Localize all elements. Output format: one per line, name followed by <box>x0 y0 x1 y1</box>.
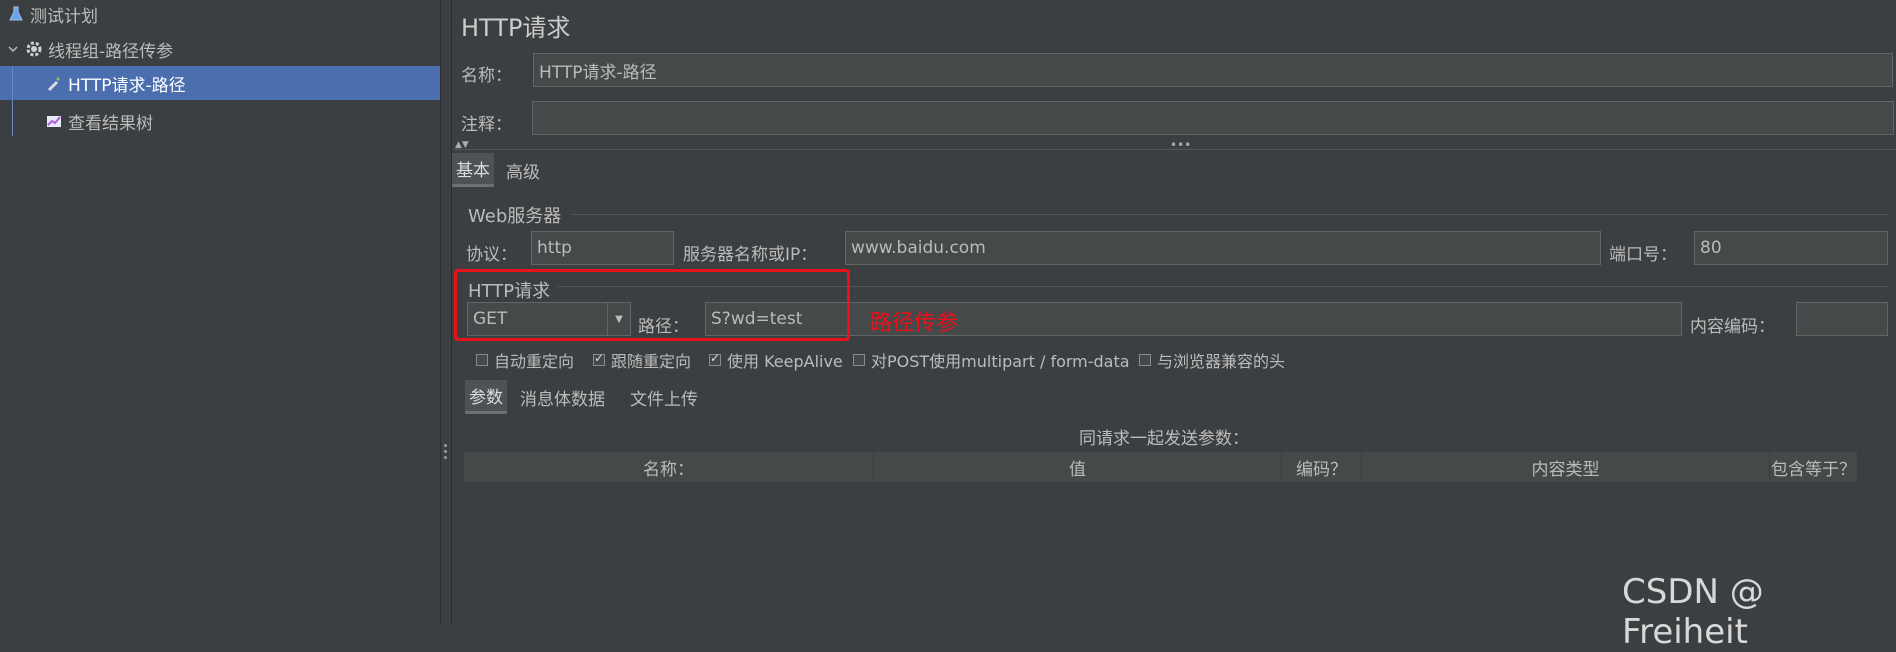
tree-item-thread-group[interactable]: 线程组-路径传参 <box>6 32 173 66</box>
grip-dot <box>444 456 447 459</box>
comment-field[interactable] <box>532 101 1894 135</box>
encoding-field[interactable] <box>1796 302 1888 336</box>
column-header-value[interactable]: 值 <box>874 452 1282 482</box>
comment-label: 注释： <box>461 115 512 135</box>
checkbox-box[interactable] <box>593 351 605 366</box>
checkbox-label: 自动重定向 <box>494 352 575 371</box>
checkbox-box[interactable] <box>853 354 865 366</box>
tree-item-label: 查看结果树 <box>68 113 153 134</box>
tree-item-http-request[interactable]: HTTP请求-路径 <box>0 66 440 100</box>
server-label: 服务器名称或IP： <box>683 245 818 265</box>
multipart-checkbox[interactable]: 对POST使用multipart / form-data <box>853 348 1130 372</box>
tree-item-label: 测试计划 <box>30 6 98 27</box>
checkbox-box[interactable] <box>1139 354 1151 366</box>
port-field[interactable]: 80 <box>1694 231 1888 265</box>
tree-guide-line <box>12 66 13 136</box>
highlight-box <box>454 269 850 341</box>
tree-item-label: HTTP请求-路径 <box>68 75 186 96</box>
tab-basic[interactable]: 基本 <box>452 153 494 187</box>
checkbox-box[interactable] <box>476 354 488 366</box>
test-plan-tree: 测试计划 线程组-路径传参 HTTP请求-路径 查看结果树 <box>0 0 441 625</box>
column-header-include-equals[interactable]: 包含等于？ <box>1770 452 1858 482</box>
checkbox-label: 跟随重定向 <box>611 352 692 371</box>
split-pane-divider[interactable] <box>441 0 452 625</box>
column-header-content-type[interactable]: 内容类型 <box>1362 452 1770 482</box>
tab-file-upload[interactable]: 文件上传 <box>626 380 702 414</box>
grip-dot <box>444 450 447 453</box>
encoding-label: 内容编码： <box>1690 317 1775 337</box>
auto-redirect-checkbox[interactable]: 自动重定向 <box>476 348 574 372</box>
section-divider <box>572 214 1888 215</box>
browser-compatible-headers-checkbox[interactable]: 与浏览器兼容的头 <box>1139 348 1285 372</box>
params-caption: 同请求一起发送参数： <box>1079 429 1249 449</box>
protocol-label: 协议： <box>466 245 517 265</box>
protocol-field[interactable]: http <box>531 231 674 265</box>
watermark: CSDN @ Freiheit <box>1622 572 1764 652</box>
flask-icon <box>6 4 26 24</box>
grip-dot <box>444 444 447 447</box>
tab-advanced[interactable]: 高级 <box>502 153 544 187</box>
name-field[interactable]: HTTP请求-路径 <box>533 53 1893 87</box>
follow-redirect-checkbox[interactable]: 跟随重定向 <box>593 348 691 372</box>
server-field[interactable]: www.baidu.com <box>845 231 1601 265</box>
chevron-down-icon[interactable] <box>6 39 20 59</box>
checkbox-label: 对POST使用multipart / form-data <box>871 352 1130 371</box>
gear-icon <box>24 39 44 59</box>
tree-item-test-plan[interactable]: 测试计划 <box>6 0 98 31</box>
annotation-text: 路径传参 <box>870 311 959 336</box>
page-title: HTTP请求 <box>461 14 571 42</box>
checkbox-label: 与浏览器兼容的头 <box>1157 352 1286 371</box>
checkbox-box[interactable] <box>709 351 721 366</box>
collapse-arrows-icon[interactable]: ▲▼ <box>455 140 469 150</box>
keepalive-checkbox[interactable]: 使用 KeepAlive <box>709 348 843 372</box>
pipette-icon <box>44 73 64 93</box>
path-field[interactable]: S?wd=test <box>705 302 1682 336</box>
web-server-section-title: Web服务器 <box>468 206 562 227</box>
port-label: 端口号： <box>1609 245 1677 265</box>
name-label: 名称： <box>461 66 512 86</box>
tab-parameters[interactable]: 参数 <box>465 380 507 414</box>
column-header-encode[interactable]: 编码？ <box>1282 452 1362 482</box>
column-header-name[interactable]: 名称： <box>464 452 874 482</box>
checkbox-label: 使用 KeepAlive <box>727 352 843 371</box>
tree-item-label: 线程组-路径传参 <box>48 41 174 62</box>
tab-body-data[interactable]: 消息体数据 <box>516 380 609 414</box>
tree-item-result-tree[interactable]: 查看结果树 <box>44 104 153 138</box>
chart-icon <box>44 111 64 131</box>
drag-handle-icon[interactable]: ••• <box>1170 138 1191 152</box>
